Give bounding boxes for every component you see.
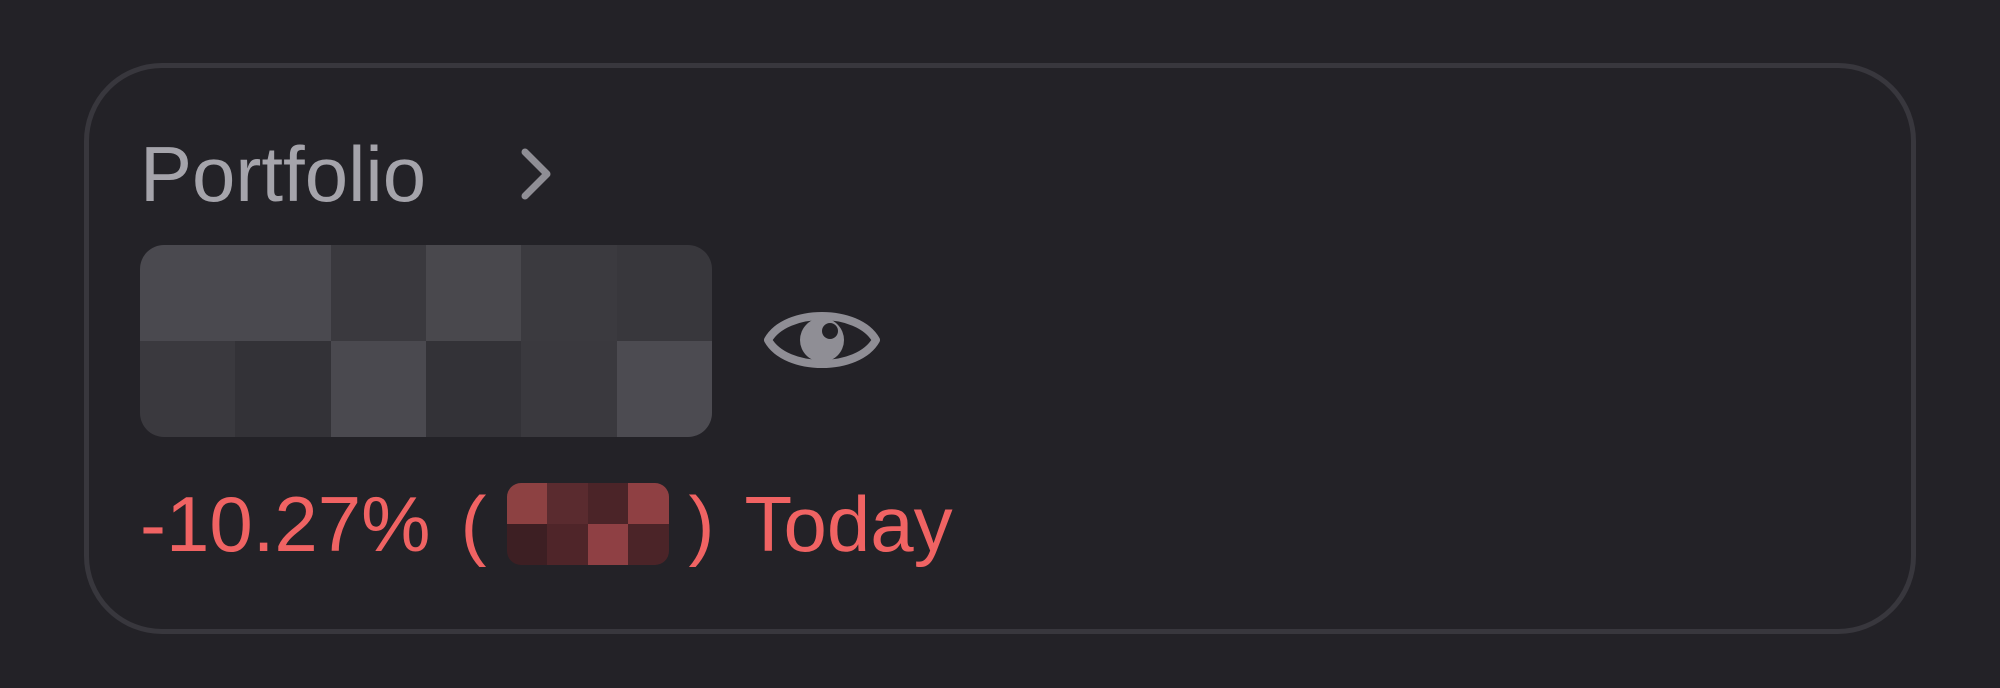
eye-icon[interactable] (762, 296, 882, 384)
hidden-change-amount-mask (506, 483, 669, 565)
close-paren: ) (688, 480, 715, 568)
portfolio-header[interactable]: Portfolio (140, 128, 558, 220)
hidden-balance-mask (140, 245, 712, 437)
chevron-right-icon[interactable] (514, 144, 558, 204)
change-percent: -10.27% (140, 480, 431, 568)
daily-change: -10.27% ( ) Today (140, 478, 953, 570)
portfolio-title: Portfolio (140, 130, 427, 218)
change-period: Today (744, 480, 953, 568)
open-paren: ( (460, 480, 487, 568)
